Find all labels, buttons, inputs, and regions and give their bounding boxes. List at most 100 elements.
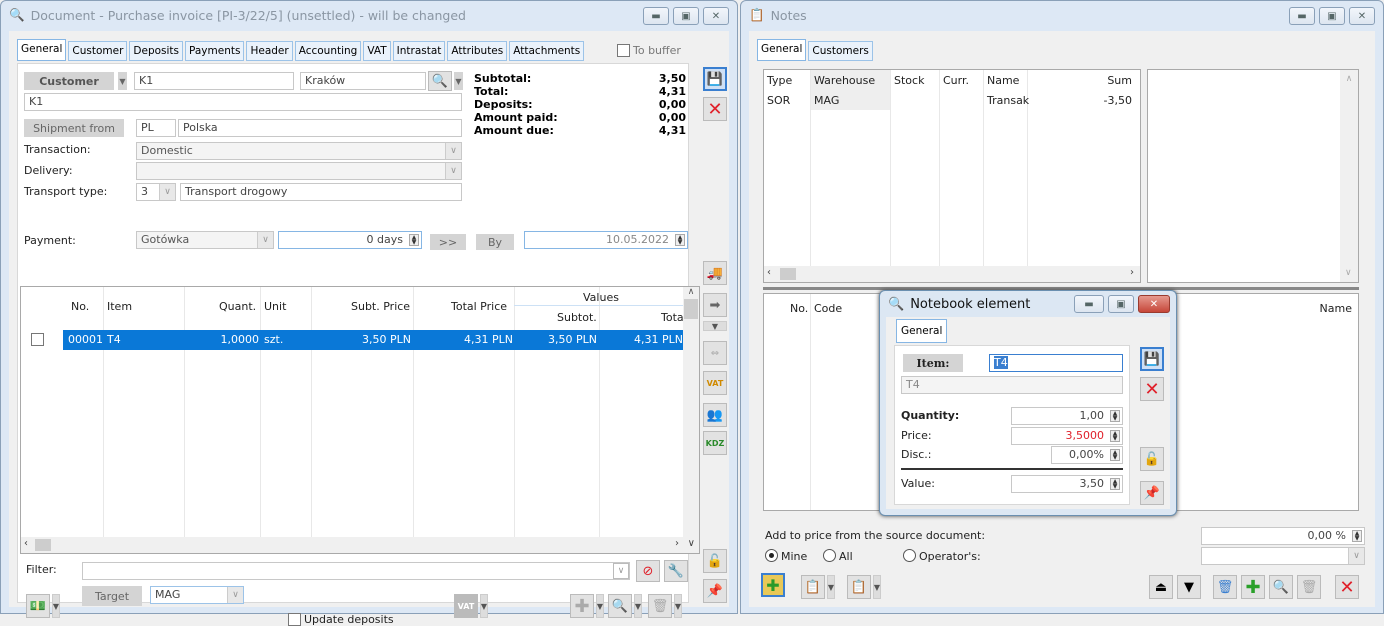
customer-search-button[interactable]: 🔍 <box>428 71 452 91</box>
tab-vat[interactable]: VAT <box>363 41 391 61</box>
payment-method-select[interactable]: Gotówka ∨ <box>136 231 274 249</box>
col-total-price[interactable]: Total Price <box>451 300 507 313</box>
target-select[interactable]: MAG ∨ <box>150 586 244 604</box>
maximize-button[interactable]: ▣ <box>673 7 699 25</box>
close-button[interactable]: ✕ <box>1349 7 1375 25</box>
search-button[interactable]: 🔍 <box>1269 575 1293 599</box>
cancel-button[interactable]: ✕ <box>703 97 727 121</box>
customer-city-field[interactable]: Kraków <box>300 72 426 90</box>
search-dropdown[interactable]: ▼ <box>634 594 642 618</box>
col-no[interactable]: No. <box>790 302 808 315</box>
tab-intrastat[interactable]: Intrastat <box>392 41 446 61</box>
bucket-button[interactable]: 🗑 <box>1213 575 1237 599</box>
vat-lightning-icon[interactable]: VAT <box>703 371 727 395</box>
spinner-icon[interactable]: ▲ ▼ <box>675 234 685 246</box>
close-button[interactable]: ✕ <box>703 7 729 25</box>
import-button[interactable]: ▼ <box>1177 575 1201 599</box>
kdz-icon[interactable]: KDZ <box>703 431 727 455</box>
payment-days-field[interactable]: 0 days ▲ ▼ <box>278 231 422 249</box>
country-name-field[interactable]: Polska <box>178 119 462 137</box>
horizontal-scrollbar[interactable]: ‹ › <box>764 266 1140 282</box>
clipboard-button[interactable]: 📋 <box>847 575 871 599</box>
col-unit[interactable]: Unit <box>264 300 286 313</box>
payment-dropdown[interactable]: ▼ <box>52 594 60 618</box>
customer-button[interactable]: Customer <box>24 72 114 90</box>
add-button[interactable]: ✚ <box>570 594 594 618</box>
maximize-button[interactable]: ▣ <box>1319 7 1345 25</box>
paste-dropdown[interactable]: ▼ <box>827 575 835 599</box>
discount-field[interactable]: 0,00% ▲ ▼ <box>1051 446 1123 464</box>
tab-header[interactable]: Header <box>246 41 293 61</box>
minimize-button[interactable]: ▬ <box>1074 295 1104 313</box>
col-subt-price[interactable]: Subt. Price <box>351 300 410 313</box>
customer-name-field[interactable]: K1 <box>24 93 462 111</box>
table-row[interactable]: 00001 T4 1,0000 szt. 3,50 PLN 4,31 PLN 3… <box>63 330 683 350</box>
col-quant[interactable]: Quant. <box>219 300 256 313</box>
col-warehouse[interactable]: Warehouse <box>814 74 875 87</box>
scroll-up-icon[interactable]: ∧ <box>683 287 699 297</box>
pin-icon[interactable]: 📌 <box>1140 481 1164 505</box>
minimize-button[interactable]: ▬ <box>1289 7 1315 25</box>
horizontal-scrollbar[interactable]: ‹ › ∨ <box>21 537 699 553</box>
tab-general[interactable]: General <box>17 39 67 61</box>
radio-mine[interactable]: Mine <box>765 549 807 563</box>
save-button[interactable]: 💾 <box>1140 347 1164 371</box>
spinner-icon[interactable]: ▲ ▼ <box>1110 478 1120 490</box>
payment-hand-icon[interactable]: 💵 <box>26 594 50 618</box>
generate-document-icon[interactable]: ➡ <box>703 293 727 317</box>
radio-operators[interactable]: Operator's: <box>903 549 981 563</box>
delete-dropdown[interactable]: ▼ <box>674 594 682 618</box>
payment-date-field[interactable]: 10.05.2022 ▲ ▼ <box>524 231 688 249</box>
unlock-icon[interactable]: 🔓 <box>1140 447 1164 471</box>
country-code-field[interactable]: PL <box>136 119 176 137</box>
vertical-scrollbar[interactable]: ∧ <box>683 287 699 537</box>
customer-code-field[interactable]: K1 <box>134 72 294 90</box>
to-buffer-checkbox[interactable] <box>617 44 630 57</box>
tab-attributes[interactable]: Attributes <box>447 41 508 61</box>
delivery-truck-icon[interactable]: 🚚 <box>703 261 727 285</box>
shipment-from-button[interactable]: Shipment from <box>24 119 124 137</box>
link-icon[interactable]: ⇔ <box>703 341 727 365</box>
col-no[interactable]: No. <box>71 300 89 313</box>
col-item[interactable]: Item <box>107 300 132 313</box>
col-name[interactable]: Name <box>1320 302 1352 315</box>
vertical-scrollbar[interactable]: ∧ ∨ <box>1340 70 1358 282</box>
operator-select[interactable]: ∨ <box>1201 547 1365 565</box>
add-element-button[interactable]: ✚ <box>1241 575 1265 599</box>
col-sum[interactable]: Sum <box>1107 74 1132 87</box>
add-dropdown[interactable]: ▼ <box>596 594 604 618</box>
delivery-select[interactable]: ∨ <box>136 162 462 180</box>
customer-search-dropdown[interactable]: ▼ <box>454 72 463 90</box>
col-stock[interactable]: Stock <box>894 74 924 87</box>
close-notes-button[interactable]: ✕ <box>1335 575 1359 599</box>
tab-customer[interactable]: Customer <box>68 41 128 61</box>
cancel-button[interactable]: ✕ <box>1140 377 1164 401</box>
transaction-select[interactable]: Domestic ∨ <box>136 142 462 160</box>
col-subtot[interactable]: Subtot. <box>557 311 597 324</box>
filter-settings-button[interactable]: 🔧 <box>664 560 688 582</box>
add-note-button[interactable]: ✚ <box>761 573 785 597</box>
table-row[interactable]: SOR MAG Transak -3,50 <box>764 92 1140 110</box>
scroll-left-icon[interactable]: ‹ <box>767 267 771 278</box>
col-curr[interactable]: Curr. <box>943 74 969 87</box>
radio-all[interactable]: All <box>823 549 853 563</box>
scroll-up-icon[interactable]: ∧ <box>1340 74 1358 84</box>
col-name[interactable]: Name <box>987 74 1019 87</box>
export-button[interactable]: ⏏ <box>1149 575 1173 599</box>
tab-general[interactable]: General <box>757 39 807 61</box>
add-price-field[interactable]: 0,00 % ▲ ▼ <box>1201 527 1365 545</box>
close-button[interactable]: ✕ <box>1138 295 1170 313</box>
col-type[interactable]: Type <box>767 74 792 87</box>
spinner-icon[interactable]: ▲ ▼ <box>1352 530 1362 542</box>
col-code[interactable]: Code <box>814 302 842 315</box>
price-field[interactable]: 3,5000 ▲ ▼ <box>1011 427 1123 445</box>
clear-filter-button[interactable]: ⊘ <box>636 560 660 582</box>
tab-general[interactable]: General <box>896 319 948 343</box>
search-button[interactable]: 🔍 <box>608 594 632 618</box>
scroll-left-icon[interactable]: ‹ <box>24 538 28 549</box>
transport-name-field[interactable]: Transport drogowy <box>180 183 462 201</box>
update-deposits-checkbox[interactable] <box>288 613 301 626</box>
spinner-icon[interactable]: ▲ ▼ <box>1110 410 1120 422</box>
delete-button[interactable]: 🗑 <box>1297 575 1321 599</box>
vat-button[interactable]: VAT <box>454 594 478 618</box>
